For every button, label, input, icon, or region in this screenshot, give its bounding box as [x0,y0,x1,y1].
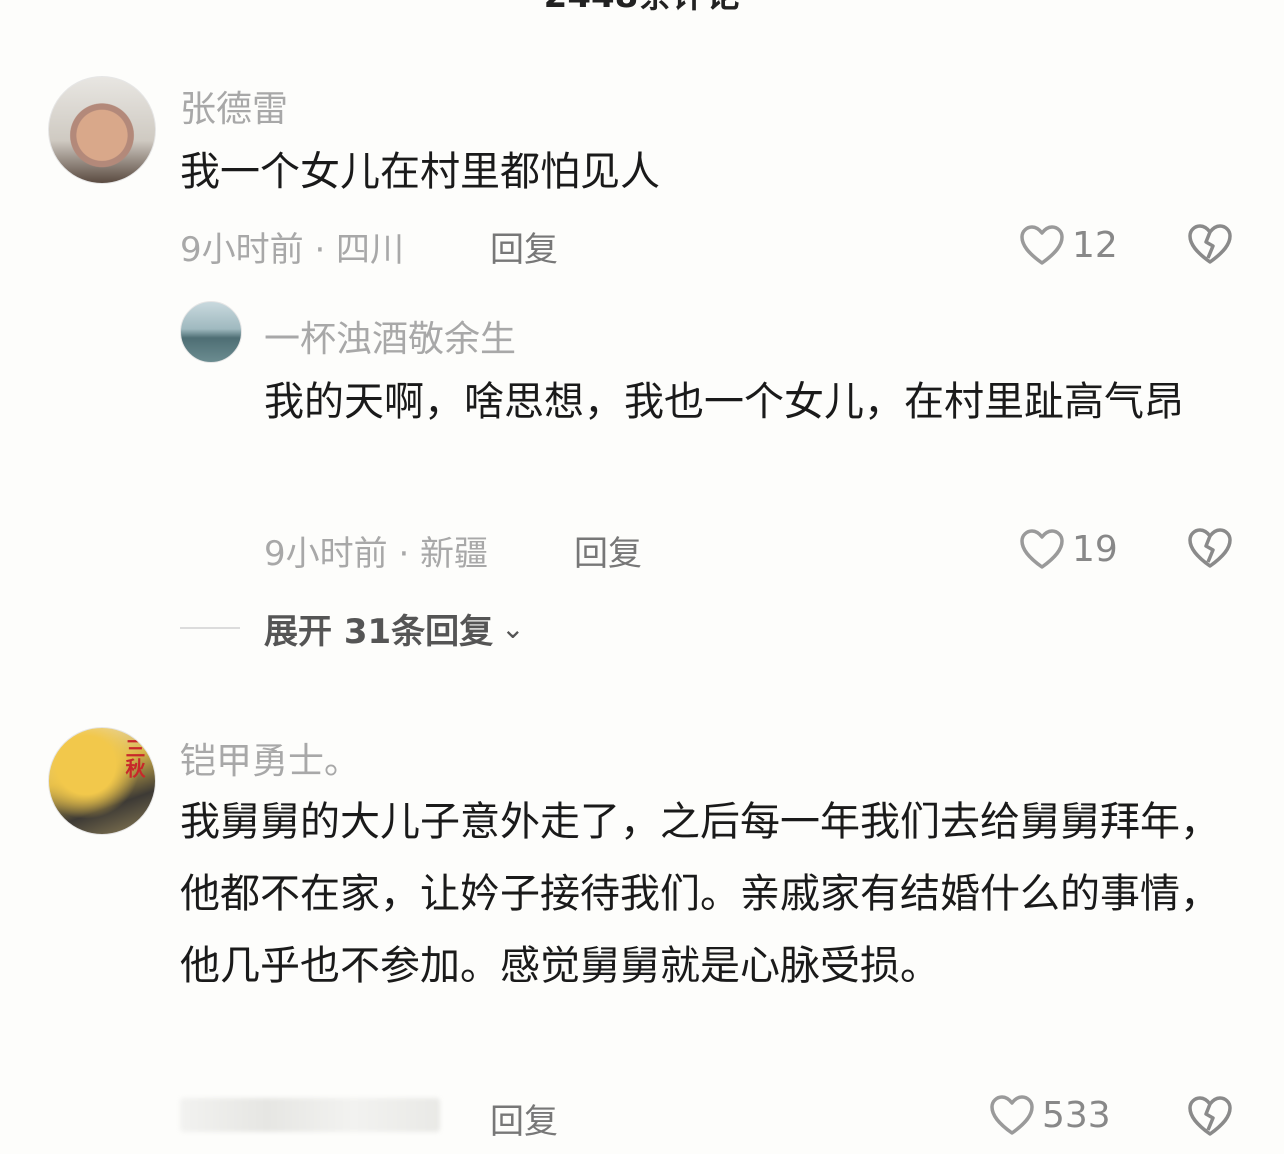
broken-heart-icon[interactable] [1186,222,1234,266]
seal-mark: 三秋 [122,738,146,778]
broken-heart-icon[interactable] [1186,526,1234,570]
comment-count-header: 2448条评论 [0,0,1284,14]
like-button[interactable]: 19 [1018,524,1118,574]
comment-text: 我舅舅的大儿子意外走了，之后每一年我们去给舅舅拜年，他都不在家，让妗子接待我们。… [180,799,1220,989]
comment-meta-blurred [180,1098,440,1132]
comment-username[interactable]: 张德雷 [180,80,288,132]
reply-avatar[interactable] [180,301,242,363]
reply-meta: 9小时前 · 新疆 [264,534,489,574]
heart-icon [1020,529,1064,569]
broken-heart-icon[interactable] [1186,1094,1234,1138]
reply-button[interactable]: 回复 [490,1094,558,1143]
avatar[interactable]: 三秋 [48,727,156,835]
like-button[interactable]: 12 [1018,220,1118,270]
like-count: 12 [1072,224,1118,266]
divider [180,627,240,629]
expand-replies-button[interactable]: 展开 31条回复 ⌄ [180,606,525,652]
like-button[interactable]: 533 [988,1090,1111,1140]
reply-button[interactable]: 回复 [490,222,558,271]
like-count: 19 [1072,528,1118,570]
reply-text: 我的天啊，啥思想，我也一个女儿，在村里趾高气昂 [264,379,1184,425]
like-count: 533 [1042,1094,1111,1136]
chevron-down-icon: ⌄ [501,611,525,645]
comment-meta: 9小时前 · 四川 [180,230,405,270]
heart-icon [1020,225,1064,265]
comment-text: 我一个女儿在村里都怕见人 [180,149,660,195]
heart-icon [990,1095,1034,1135]
expand-replies-label: 展开 31条回复 [264,611,494,652]
avatar[interactable] [48,76,156,184]
reply-button[interactable]: 回复 [574,526,642,575]
comment-username[interactable]: 铠甲勇士。 [180,732,360,784]
reply-username[interactable]: 一杯浊酒敬余生 [264,310,516,362]
